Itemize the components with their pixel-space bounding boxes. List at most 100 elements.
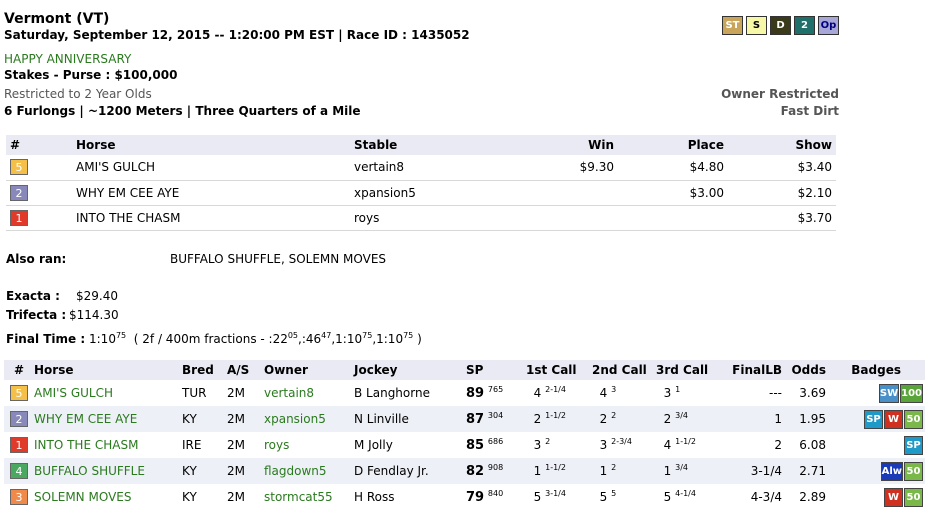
finallb-cell: 2 <box>774 438 782 452</box>
payout-header-row: # Horse Stable Win Place Show <box>6 135 836 155</box>
payout-table: # Horse Stable Win Place Show 5 AMI'S GUL… <box>6 135 836 231</box>
call3-pos: 5 <box>663 490 672 504</box>
trifecta-value: $114.30 <box>69 308 119 322</box>
post-position-badge: 4 <box>10 463 28 479</box>
call3-len: 3/4 <box>675 463 688 472</box>
col-call1: 1st Call <box>526 360 592 380</box>
pp-cell: 2 <box>4 406 34 432</box>
payout-row: 1 INTO THE CHASM roys $3.70 <box>6 205 836 231</box>
horse-link[interactable]: AMI'S GULCH <box>34 380 182 406</box>
horse-cell: WHY EM CEE AYE <box>76 180 354 206</box>
col-pp: # <box>6 135 76 155</box>
col-sp: SP <box>466 360 526 380</box>
owner-link[interactable]: roys <box>264 432 354 458</box>
call2-cell: 1 2 <box>592 458 656 484</box>
bred-cell: IRE <box>182 438 202 452</box>
bred-cell: KY <box>182 406 227 432</box>
jockey-cell: B Langhorne <box>354 386 430 400</box>
odds-cell: 1.95 <box>782 406 832 432</box>
call2-pos: 5 <box>599 490 608 504</box>
finallb-cell: --- <box>769 386 782 400</box>
badges-cell: Alw 50 <box>832 458 925 484</box>
post-position-badge: 2 <box>10 411 28 427</box>
op-icon: Op <box>818 16 839 35</box>
sp-value: 85 <box>466 437 485 453</box>
payout-row: 5 AMI'S GULCH vertain8 $9.30 $4.80 $3.40 <box>6 155 836 181</box>
post-position-badge: 5 <box>10 385 28 401</box>
col-odds: Odds <box>782 360 832 380</box>
payout-row: 2 WHY EM CEE AYE xpansion5 $3.00 $2.10 <box>6 180 836 206</box>
stable-cell: vertain8 <box>354 155 504 181</box>
sp-cell: 82 908 <box>466 458 526 484</box>
two-icon: 2 <box>794 16 815 35</box>
race-chart-table: # Horse Bred A/S Owner Jockey SP 1st Cal… <box>4 360 925 510</box>
surface: Fast Dirt <box>780 104 839 118</box>
sp-cell: 79 840 <box>466 484 526 510</box>
chart-header-row: # Horse Bred A/S Owner Jockey SP 1st Cal… <box>4 360 925 380</box>
call3-pos: 2 <box>663 412 672 426</box>
race-datetime: Saturday, September 12, 2015 -- 1:20:00 … <box>4 28 470 42</box>
pp-cell: 1 <box>4 432 34 458</box>
col-stable: Stable <box>354 135 504 155</box>
jockey-cell: H Ross <box>354 490 395 504</box>
fraction-1-sup: 05 <box>287 331 299 340</box>
restriction: Restricted to 2 Year Olds <box>4 87 152 101</box>
call1-cell: 5 3-1/4 <box>526 484 592 510</box>
call2-cell: 2 2 <box>592 406 656 432</box>
sp-cell: 85 686 <box>466 432 526 458</box>
call2-len: 5 <box>611 489 617 498</box>
call1-cell: 2 1-1/2 <box>526 406 592 432</box>
call3-pos: 3 <box>663 386 672 400</box>
jockey-cell: D Fendlay Jr. <box>354 458 466 484</box>
also-ran-label: Also ran: <box>6 252 67 266</box>
call3-cell: 4 1-1/2 <box>656 432 726 458</box>
col-owner: Owner <box>264 360 354 380</box>
chart-row: 4 BUFFALO SHUFFLE KY 2M flagdown5 D Fendlay J… <box>4 458 925 484</box>
call3-cell: 2 3/4 <box>656 406 726 432</box>
sp-value: 82 <box>466 463 485 479</box>
final-time-value: 1:10 <box>89 332 116 346</box>
horse-link[interactable]: INTO THE CHASM <box>34 432 182 458</box>
horse-cell: AMI'S GULCH <box>76 155 354 181</box>
as-cell: 2M <box>227 458 264 484</box>
chart-row: 1 INTO THE CHASM IRE 2M roys M Jolly 85 686 3 … <box>4 432 925 458</box>
horse-link[interactable]: BUFFALO SHUFFLE <box>34 458 182 484</box>
call3-pos: 4 <box>663 438 672 452</box>
call3-len: 1 <box>675 385 681 394</box>
odds-cell: 2.71 <box>782 458 832 484</box>
col-badges: Badges <box>832 360 925 380</box>
horse-link[interactable]: WHY EM CEE AYE <box>34 406 182 432</box>
50-badge: 50 <box>904 487 923 507</box>
call3-len: 1-1/2 <box>675 437 696 446</box>
bred-cell: TUR <box>182 386 207 400</box>
sp-cell: 89 765 <box>466 380 526 406</box>
w-badge: W <box>884 409 903 429</box>
owner-link[interactable]: flagdown5 <box>264 458 354 484</box>
post-position-badge: 1 <box>10 209 28 226</box>
fraction-4: ,1:10 <box>372 332 404 346</box>
fraction-3-sup: 75 <box>362 331 373 340</box>
fractions-close: ) <box>417 332 422 346</box>
finallb-cell: 4-3/4 <box>750 490 782 504</box>
badges-cell: W 50 <box>832 484 925 510</box>
col-bred: Bred <box>182 360 227 380</box>
col-win: Win <box>504 135 614 155</box>
odds-cell: 2.89 <box>799 490 826 504</box>
stable-cell: roys <box>354 205 504 231</box>
horse-link[interactable]: SOLEMN MOVES <box>34 484 182 510</box>
owner-link[interactable]: stormcat55 <box>264 484 354 510</box>
call3-len: 3/4 <box>675 411 688 420</box>
call1-len: 3-1/4 <box>545 489 566 498</box>
col-call3: 3rd Call <box>656 360 726 380</box>
badges-cell: SP W 50 <box>832 406 925 432</box>
col-horse: Horse <box>34 360 182 380</box>
place-cell <box>614 205 724 231</box>
as-cell: 2M <box>227 490 245 504</box>
owner-link[interactable]: vertain8 <box>264 380 354 406</box>
call2-len: 2 <box>611 463 617 472</box>
call2-len: 2 <box>611 411 617 420</box>
owner-link[interactable]: xpansion5 <box>264 406 354 432</box>
call1-pos: 1 <box>533 464 542 478</box>
pp-cell: 5 <box>6 155 76 181</box>
col-as: A/S <box>227 360 264 380</box>
